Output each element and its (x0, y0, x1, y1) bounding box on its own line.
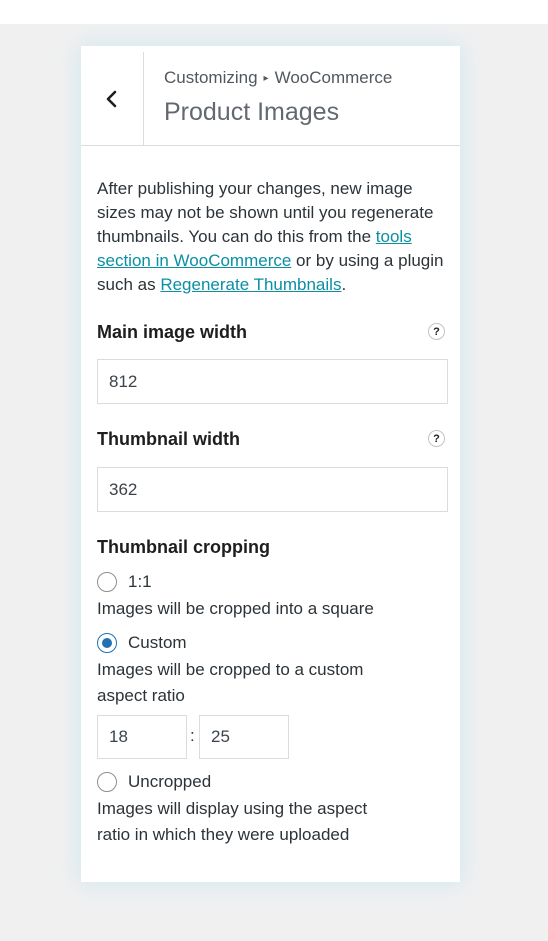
custom-ratio-height-input[interactable] (199, 715, 289, 759)
main-image-width-label: Main image width (97, 322, 248, 342)
radio-selected-dot (102, 638, 112, 648)
breadcrumb-separator-icon: ▸ (263, 73, 269, 84)
radio-button[interactable] (97, 633, 117, 653)
crop-option-custom-label: Custom (128, 633, 187, 652)
thumbnail-width-help-icon[interactable]: ? (428, 430, 445, 447)
notice-text-3: . (341, 275, 347, 294)
breadcrumb: Customizing ▸ WooCommerce (164, 68, 392, 88)
main-image-width-help-icon[interactable]: ? (428, 323, 445, 340)
crop-option-square-description: Images will be cropped into a square (97, 599, 374, 618)
crop-option-custom-description: Images will be cropped to a custom aspec… (97, 660, 364, 705)
crop-option-uncropped-label: Uncropped (128, 772, 212, 791)
radio-button[interactable] (97, 772, 117, 792)
main-image-width-input[interactable] (97, 359, 448, 404)
back-button[interactable] (81, 52, 144, 146)
customizer-panel: Customizing ▸ WooCommerce Product Images A… (81, 46, 460, 882)
ratio-separator: : (190, 726, 195, 745)
page-title: Product Images (164, 98, 340, 126)
thumbnail-width-input[interactable] (97, 467, 448, 512)
chevron-left-icon (106, 90, 117, 108)
crop-option-uncropped[interactable]: Uncropped (97, 772, 211, 792)
thumbnail-width-label: Thumbnail width (97, 429, 240, 449)
regenerate-notice: After publishing your changes, new image… (97, 177, 447, 297)
crop-option-square[interactable]: 1:1 (97, 572, 152, 592)
panel-header: Customizing ▸ WooCommerce Product Images (81, 46, 460, 146)
custom-ratio-width-input[interactable] (97, 715, 187, 759)
crop-option-square-label: 1:1 (128, 572, 152, 591)
crop-option-uncropped-description: Images will display using the aspect rat… (97, 799, 368, 844)
thumbnail-cropping-label: Thumbnail cropping (97, 537, 270, 557)
crop-option-custom[interactable]: Custom (97, 633, 187, 653)
breadcrumb-root: Customizing (164, 68, 258, 87)
top-band (0, 0, 548, 24)
regenerate-thumbnails-link[interactable]: Regenerate Thumbnails (160, 275, 341, 294)
breadcrumb-section: WooCommerce (274, 68, 393, 87)
radio-button[interactable] (97, 572, 117, 592)
